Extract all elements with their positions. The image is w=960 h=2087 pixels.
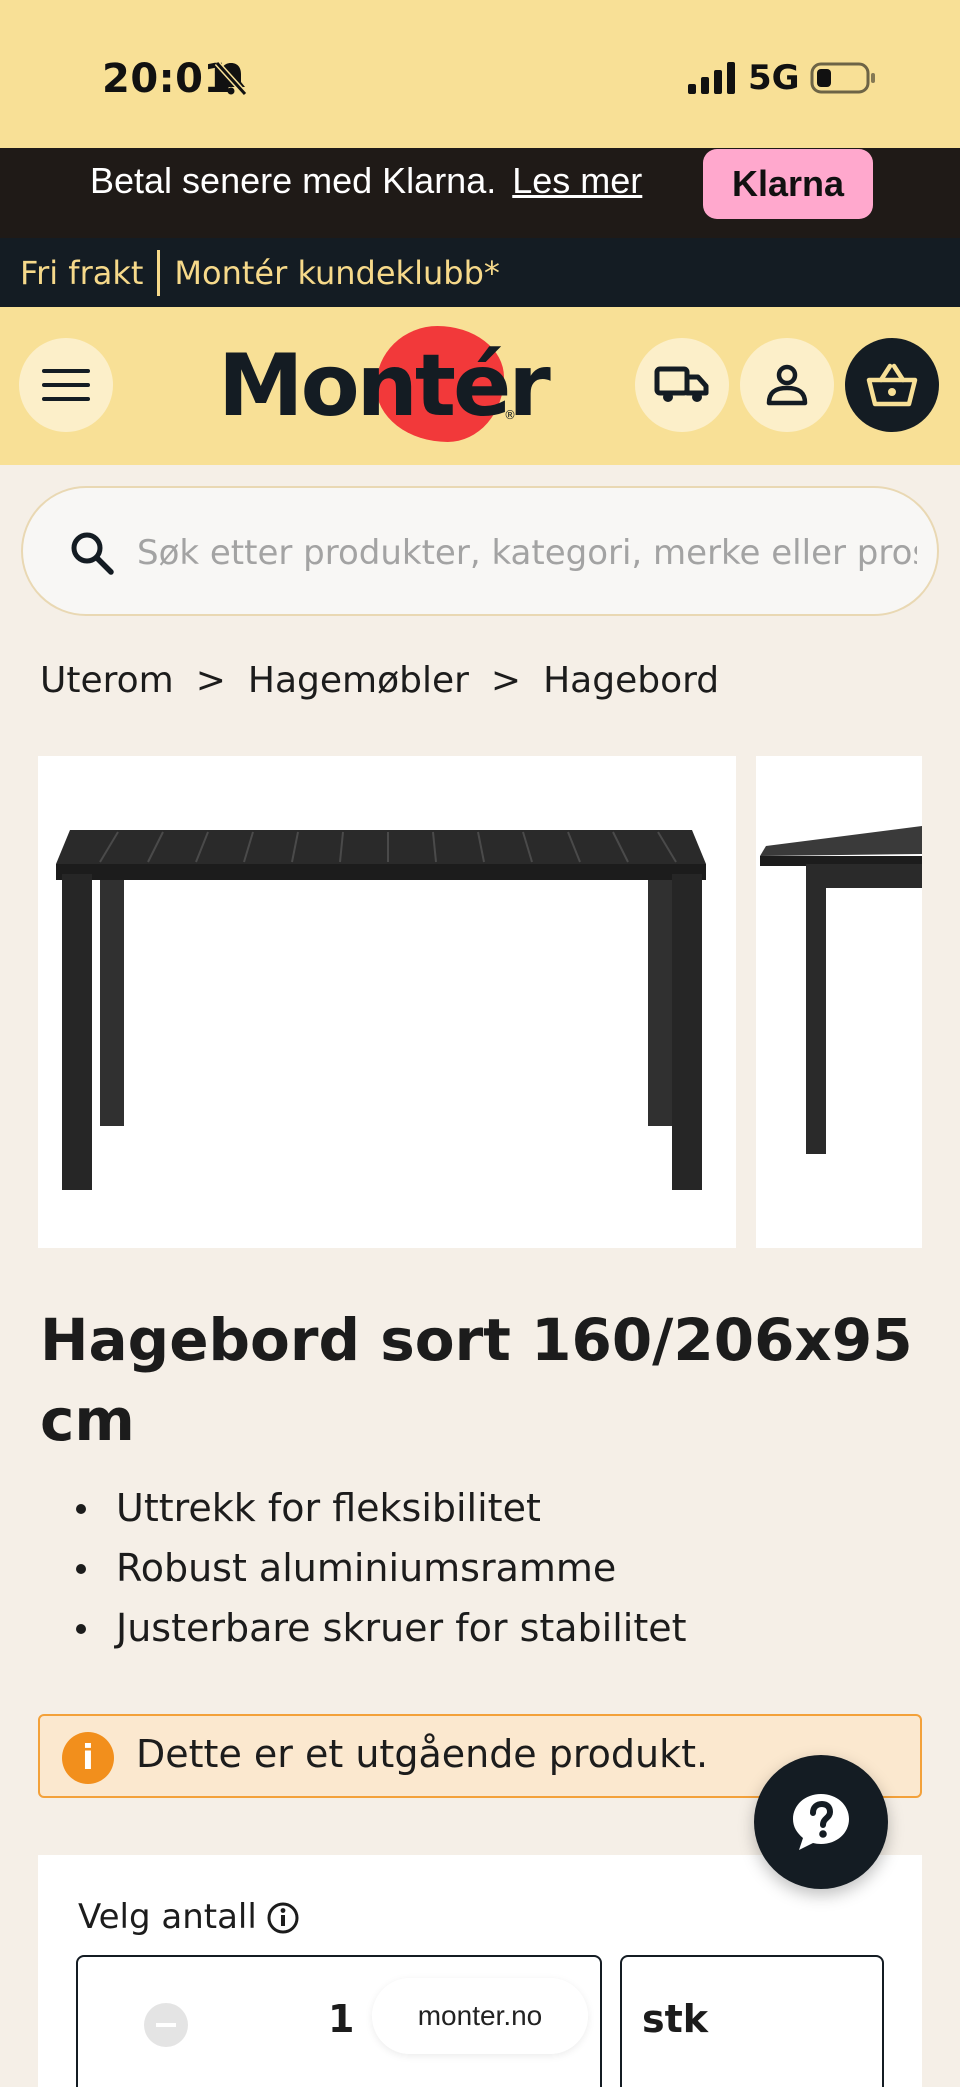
browser-url-bar[interactable]: monter.no bbox=[372, 1978, 588, 2054]
signal-icon bbox=[688, 62, 735, 94]
status-time: 20:01 bbox=[102, 56, 232, 102]
notice-text: Dette er et utgående produkt. bbox=[136, 1732, 709, 1776]
unit-value: stk bbox=[642, 1997, 709, 2041]
breadcrumb-hagemobler[interactable]: Hagemøbler bbox=[248, 660, 469, 701]
quantity-value[interactable]: 1 bbox=[328, 1997, 354, 2041]
breadcrumb-separator: > bbox=[195, 660, 226, 701]
product-image-next[interactable] bbox=[756, 756, 922, 1248]
breadcrumb: Uterom > Hagemøbler > Hagebord bbox=[40, 660, 719, 701]
table-image bbox=[56, 830, 706, 1190]
feature-list: Uttrekk for fleksibilitet Robust alumini… bbox=[76, 1478, 687, 1658]
table-image-side bbox=[760, 826, 922, 1154]
logo-text: Montér bbox=[218, 336, 551, 436]
monter-logo[interactable]: Montér ® bbox=[218, 322, 551, 442]
search-icon bbox=[71, 532, 114, 575]
product-title: Hagebord sort 160/206x95 cm bbox=[40, 1306, 913, 1454]
info-warning-icon: i bbox=[62, 1732, 114, 1784]
club-bar-content: Fri frakt Montér kundeklubb* bbox=[20, 250, 500, 296]
search-bar[interactable] bbox=[21, 486, 939, 616]
breadcrumb-separator: > bbox=[490, 660, 522, 701]
product-image-main[interactable] bbox=[38, 756, 736, 1248]
search-input[interactable] bbox=[137, 518, 917, 588]
customer-club-link[interactable]: Montér kundeklubb* bbox=[174, 254, 499, 292]
klarna-banner-text: Betal senere med Klarna. Les mer bbox=[90, 160, 642, 202]
feature-item: Robust aluminiumsramme bbox=[76, 1538, 687, 1598]
klarna-read-more-link[interactable]: Les mer bbox=[512, 160, 642, 201]
truck-icon bbox=[654, 366, 709, 402]
feature-item: Justerbare skruer for stabilitet bbox=[76, 1598, 687, 1658]
menu-button[interactable] bbox=[19, 338, 113, 432]
club-divider bbox=[157, 250, 161, 296]
delivery-button[interactable] bbox=[635, 338, 729, 432]
decrease-quantity-button[interactable] bbox=[144, 2003, 188, 2047]
cart-button[interactable] bbox=[845, 338, 939, 432]
breadcrumb-hagebord[interactable]: Hagebord bbox=[543, 660, 719, 701]
feature-item: Uttrekk for fleksibilitet bbox=[76, 1478, 687, 1538]
info-icon[interactable] bbox=[266, 1901, 300, 1935]
klarna-message: Betal senere med Klarna. bbox=[90, 160, 497, 201]
help-chat-button[interactable] bbox=[754, 1755, 888, 1889]
chat-question-icon bbox=[793, 1794, 849, 1850]
logo-registered-mark: ® bbox=[504, 408, 516, 422]
unit-select[interactable]: stk bbox=[620, 1955, 884, 2087]
klarna-logo: Klarna bbox=[703, 149, 873, 219]
quantity-label: Velg antall bbox=[78, 1897, 257, 1937]
battery-icon bbox=[810, 62, 875, 94]
account-button[interactable] bbox=[740, 338, 834, 432]
free-shipping-link[interactable]: Fri frakt bbox=[20, 254, 143, 292]
basket-icon bbox=[866, 363, 918, 407]
breadcrumb-uterom[interactable]: Uterom bbox=[40, 660, 174, 701]
user-icon bbox=[766, 364, 808, 406]
bell-muted-icon bbox=[214, 60, 248, 96]
hamburger-icon bbox=[42, 369, 90, 401]
network-label: 5G bbox=[748, 58, 800, 98]
